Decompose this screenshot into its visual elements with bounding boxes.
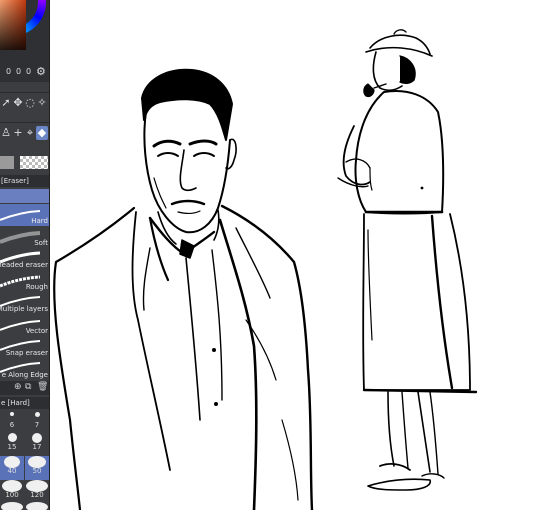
sub-tool-label: e Along Edge: [1, 371, 48, 379]
color-value-g: 0: [16, 67, 22, 76]
color-value-b: 0: [26, 67, 32, 76]
sub-tool-label: Rough: [25, 283, 48, 291]
move-icon[interactable]: ✥: [12, 96, 24, 110]
sub-tool-label: Soft: [34, 239, 48, 247]
brush-size-header: e [Hard]: [0, 397, 49, 409]
brush-size-next[interactable]: [0, 502, 24, 510]
saturation-value-square[interactable]: [0, 0, 26, 50]
sub-tool-multiple-layers[interactable]: Multiple layers: [0, 292, 49, 314]
drawing-canvas[interactable]: [50, 0, 540, 510]
sub-tool-footer: ⊕ ⧉ 🗑: [0, 381, 49, 395]
portrait-sketch: [53, 68, 314, 510]
sub-tool-vector[interactable]: Vector: [0, 314, 49, 336]
sub-tool-header: [Eraser]: [0, 175, 49, 187]
brush-size-6[interactable]: 6: [0, 410, 24, 434]
add-point-icon[interactable]: +: [12, 126, 24, 140]
tool-row-1: ➚ ✥ ◌ ✧: [0, 92, 49, 115]
brush-size-17[interactable]: 17: [25, 432, 49, 456]
fill-icon[interactable]: ♙: [0, 126, 12, 140]
lasso-icon[interactable]: ◌: [24, 96, 36, 110]
gear-icon[interactable]: ⚙: [36, 65, 46, 78]
trash-icon[interactable]: 🗑: [37, 382, 48, 392]
sub-tool-label: Hard: [31, 217, 48, 225]
coat-figure-sketch: [337, 29, 478, 491]
tool-row-2: ♙ + ⌖ ◆: [0, 122, 49, 145]
tool-panel: 0 0 0 ⚙ ➚ ✥ ◌ ✧ ♙ + ⌖ ◆ [Eraser] Hard So…: [0, 0, 50, 510]
brush-size-7[interactable]: 7: [25, 410, 49, 434]
sub-tool-label: Snap eraser: [5, 349, 48, 357]
color-swatches: [0, 152, 49, 172]
transparent-color-swatch[interactable]: [20, 156, 48, 169]
eraser-tool-icon[interactable]: ◆: [36, 126, 48, 140]
brush-size-15[interactable]: 15: [0, 432, 24, 456]
sub-tool-rough[interactable]: Rough: [0, 270, 49, 292]
color-value-r: 0: [6, 67, 12, 76]
sub-tool-label: Vector: [25, 327, 48, 335]
sub-tool-soft[interactable]: Soft: [0, 226, 49, 248]
brush-size-100[interactable]: 100: [0, 480, 24, 504]
brush-size-next-2[interactable]: [25, 502, 49, 510]
brush-size-grid: 6 7 15 17 40 50 100 120: [0, 410, 49, 510]
main-color-swatch[interactable]: [0, 156, 14, 169]
blend-icon[interactable]: ⌖: [24, 126, 36, 140]
sub-tool-group-highlight: [0, 189, 49, 203]
sub-tool-label: Multiple layers: [0, 305, 48, 313]
cursor-icon[interactable]: ➚: [0, 96, 12, 110]
brush-size-120[interactable]: 120: [25, 480, 49, 504]
sub-tool-label: headed eraser: [0, 261, 48, 269]
duplicate-icon[interactable]: ⧉: [25, 382, 31, 392]
magic-wand-icon[interactable]: ✧: [36, 96, 48, 110]
sub-tool-hard[interactable]: Hard: [0, 204, 49, 226]
sub-tool-snap-eraser[interactable]: Snap eraser: [0, 336, 49, 358]
color-wheel-panel: 0 0 0 ⚙: [0, 0, 49, 82]
brush-size-40[interactable]: 40: [0, 456, 24, 480]
sub-tool-headed-eraser[interactable]: headed eraser: [0, 248, 49, 270]
add-sub-tool-icon[interactable]: ⊕: [14, 382, 22, 392]
brush-size-50[interactable]: 50: [25, 456, 49, 480]
sub-tool-along-edge[interactable]: e Along Edge: [0, 358, 49, 380]
canvas-artwork: [53, 29, 478, 510]
